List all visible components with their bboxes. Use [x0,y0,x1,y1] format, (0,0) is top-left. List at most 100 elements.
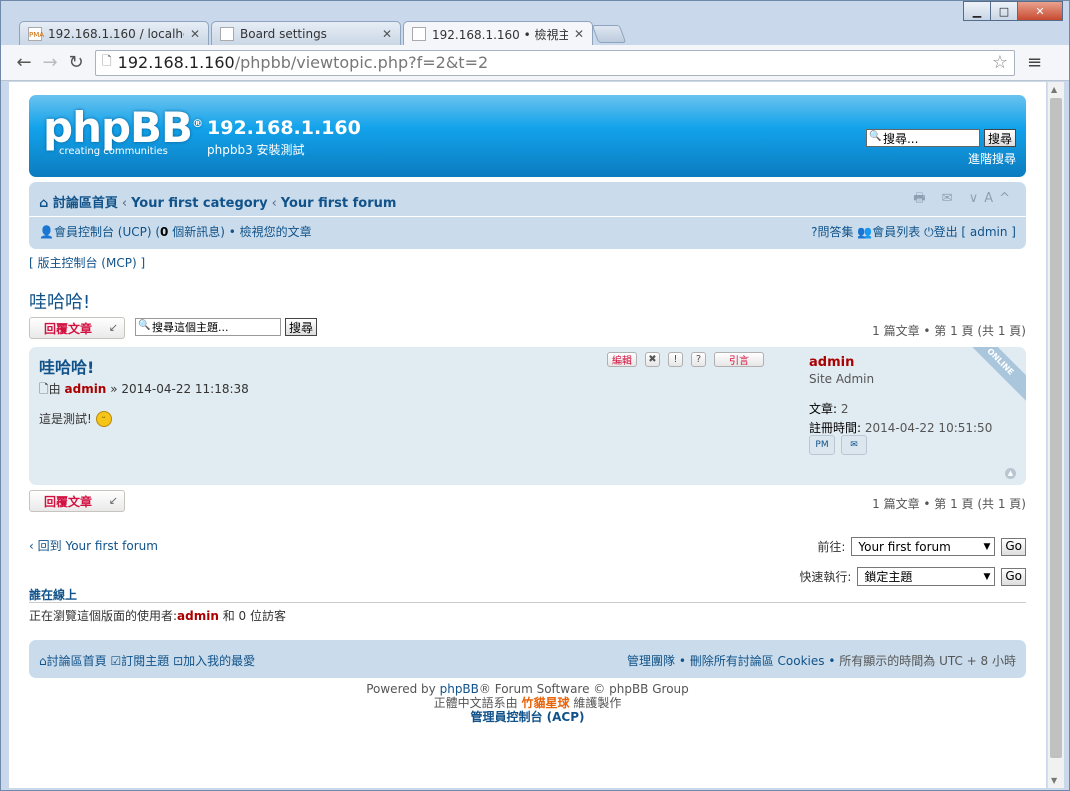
new-messages-link[interactable]: 個新訊息) [168,225,225,239]
print-email-fontsize-tools[interactable]: 🖶 ✉ ∨A^ [913,189,1016,211]
quote-button[interactable]: 引言 [714,352,764,367]
site-title: 192.168.1.160 [207,117,361,139]
scrollbar-thumb[interactable] [1050,98,1062,758]
jumpbox-go-button[interactable]: Go [1001,537,1026,556]
reply-button[interactable]: 回覆文章 ↙ [29,317,125,339]
address-bar[interactable]: 🗋 192.168.1.160/phpbb/viewtopic.php?f=2&… [95,49,1015,76]
faq-link[interactable]: 問答集 [817,225,853,239]
back-arrow-icon[interactable]: ← [11,50,37,76]
ucp-link[interactable]: 會員控制台 (UCP) [54,225,152,239]
back-to-top-icon[interactable]: ▲ [1005,468,1016,479]
quickmod-go-button[interactable]: Go [1001,567,1026,586]
return-to-forum-link[interactable]: ‹ 回到 Your first forum [29,537,158,554]
phpmyadmin-favicon-icon: PMA [28,26,44,41]
page-title[interactable]: 哇哈哈! [29,288,90,314]
bookmark-star-icon[interactable]: ☆ [992,52,1008,73]
topic-search-button[interactable]: 搜尋 [285,318,318,336]
search-input[interactable] [865,129,980,147]
browser-toolbar: ← → ↻ 🗋 192.168.1.160/phpbb/viewtopic.ph… [1,45,1069,81]
online-user[interactable]: admin [177,609,219,623]
logout-link[interactable]: 登出 [ admin ] [934,225,1016,239]
url-path: /phpbb/viewtopic.php?f=2&t=2 [234,53,489,72]
edit-button[interactable]: 編輯 [607,352,637,367]
delete-icon[interactable]: ✖ [645,352,660,367]
info-icon[interactable]: ? [691,352,706,367]
email-icon[interactable]: ✉ [841,435,867,455]
tab-close-icon[interactable]: ✕ [382,27,392,41]
search-button[interactable]: 搜尋 [983,129,1016,147]
navbar: ⌂ 討論區首頁 ‹ Your first category ‹ Your first f… [29,182,1026,249]
jumpbox-select[interactable]: Your first forum ▼ [851,537,996,556]
translation-team-link[interactable]: 竹貓星球 [521,696,569,710]
scrollbar[interactable]: ▲ ▼ [1047,82,1064,788]
topic-search-input[interactable] [135,318,281,336]
tab-title: Board settings [240,26,327,41]
post-meta: 🗋由 admin » 2014-04-22 11:18:38 [39,382,249,396]
who-is-online-title: 誰在線上 [29,588,78,602]
pagination: 1 篇文章 • 第 1 頁 (共 1 頁) [872,497,1026,511]
tab-title: 192.168.1.160 / localhos [48,26,184,41]
tab-board-settings[interactable]: Board settings ✕ [211,21,401,45]
browser-window: ▁ □ ✕ PMA 192.168.1.160 / localhos ✕ Boa… [0,0,1070,791]
tab-strip: PMA 192.168.1.160 / localhos ✕ Board set… [19,21,627,46]
home-icon: ⌂ [39,196,49,211]
jumpbox: 前往: Your first forum ▼ Go [817,537,1026,556]
tab-title: 192.168.1.160 • 檢視主題 [432,27,568,42]
advanced-search-link[interactable]: 進階搜尋 [968,150,1016,167]
logo-text: phpBB [43,103,193,152]
profile-posts-count[interactable]: 2 [841,402,849,416]
report-icon[interactable]: ! [668,352,683,367]
forward-arrow-icon[interactable]: → [37,50,63,76]
delete-cookies-link[interactable]: 刪除所有討論區 Cookies [690,654,825,668]
chevron-down-icon: ▼ [983,541,991,552]
reply-arrow-icon: ↙ [108,494,118,507]
team-link[interactable]: 管理團隊 [627,654,675,668]
header-right-links: ?問答集 👥會員列表 ⏻登出 [ admin ] [811,223,1016,240]
pm-icon[interactable]: PM [809,435,835,455]
logout-icon: ⏻ [924,225,934,239]
jumpbox-label: 前往: [817,540,846,554]
footer-index-link[interactable]: 討論區首頁 [47,654,107,668]
tab-phpmyadmin[interactable]: PMA 192.168.1.160 / localhos ✕ [19,21,209,45]
minimize-button[interactable]: ▁ [963,1,990,21]
scroll-up-icon[interactable]: ▲ [1051,85,1057,94]
quickmod-label: 快速執行: [799,570,852,584]
breadcrumb-index[interactable]: 討論區首頁 [53,196,118,211]
maximize-button[interactable]: □ [990,1,1017,21]
tab-close-icon[interactable]: ✕ [574,27,584,41]
contact-icons: PM ✉ [809,435,867,455]
breadcrumb-category[interactable]: Your first category [131,196,268,211]
acp-link[interactable]: 管理員控制台 (ACP) [9,710,1046,724]
browser-menu-icon[interactable]: ≡ [1027,52,1042,73]
phpbb-logo[interactable]: phpBB® creating communities [43,103,203,157]
post-author[interactable]: admin [65,382,107,396]
tab-close-icon[interactable]: ✕ [190,27,200,41]
bookmark-topic-link[interactable]: 加入我的最愛 [183,654,255,668]
profile-rank: Site Admin [809,372,875,386]
new-tab-button[interactable] [591,25,627,43]
footer-right-links: 管理團隊 • 刪除所有討論區 Cookies • 所有顯示的時間為 UTC + … [627,654,1016,668]
home-icon: ⌂ [39,654,47,668]
breadcrumb-forum[interactable]: Your first forum [281,196,397,211]
reload-icon[interactable]: ↻ [63,50,89,76]
members-icon: 👥 [857,225,873,239]
post-subject[interactable]: 哇哈哈! [39,354,94,378]
tab-viewtopic[interactable]: 192.168.1.160 • 檢視主題 ✕ [403,21,593,46]
who-is-online-text: 正在瀏覽這個版面的使用者:admin 和 0 位訪客 [29,609,286,623]
profile-username[interactable]: admin [809,355,992,370]
search-icon: 🔍 [138,320,151,331]
reply-button[interactable]: 回覆文章 ↙ [29,490,125,512]
post-icon[interactable]: 🗋 [39,382,49,396]
quickmod-select[interactable]: 鎖定主題 ▼ [857,567,996,586]
checkbox-icon: ☑ [110,654,122,668]
member-list-link[interactable]: 會員列表 [872,225,920,239]
page-favicon-icon [220,26,234,41]
subscribe-topic-link[interactable]: 訂閱主題 [121,654,169,668]
close-window-button[interactable]: ✕ [1017,1,1063,21]
page-content: phpBB® creating communities 192.168.1.16… [9,82,1046,788]
mcp-link[interactable]: [ 版主控制台 (MCP) ] [29,254,145,271]
view-your-posts-link[interactable]: 檢視您的文章 [240,225,312,239]
site-description: phpbb3 安裝測試 [207,143,305,157]
phpbb-link[interactable]: phpBB [440,682,479,696]
scroll-down-icon[interactable]: ▼ [1051,776,1057,785]
